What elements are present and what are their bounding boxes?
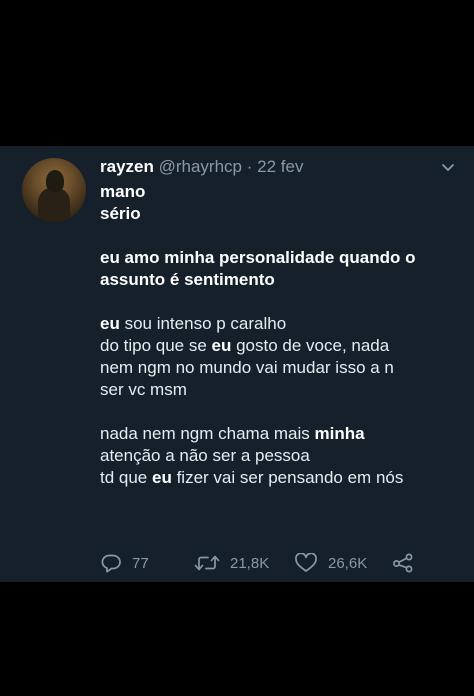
tweet-line: sério — [100, 204, 141, 223]
header-separator: · — [246, 157, 253, 176]
tweet-line: ser vc msm — [100, 380, 187, 399]
tweet-text-bold: minha — [314, 424, 365, 443]
reply-button[interactable]: 77 — [100, 552, 149, 574]
tweet-line: nem ngm no mundo vai mudar isso a n — [100, 358, 394, 377]
tweet-text-regular: gosto de voce, nada — [231, 336, 390, 355]
tweet-text-regular: sou intenso p caralho — [119, 314, 287, 333]
tweet-text-regular: nada nem ngm chama mais — [100, 424, 315, 443]
author-handle[interactable]: @rhayrhcp — [159, 157, 242, 176]
avatar-body-shape — [38, 188, 70, 222]
heart-icon — [295, 553, 317, 572]
chevron-down-icon[interactable] — [440, 160, 456, 176]
tweet-line: mano — [100, 182, 146, 201]
author-name[interactable]: rayzen — [100, 157, 154, 176]
like-button[interactable]: 26,6K — [294, 552, 367, 574]
retweet-arrows-icon — [194, 555, 220, 571]
tweet-text-bold: eu — [211, 336, 232, 355]
like-count: 26,6K — [328, 554, 368, 572]
tweet-line: nada nem ngm chama mais minha — [100, 423, 472, 445]
tweet-line: atenção a não ser a pessoa — [100, 446, 310, 465]
retweet-button[interactable]: 21,8K — [194, 552, 269, 574]
tweet-line: assunto é sentimento — [100, 270, 275, 289]
tweet-line: eu amo minha personalidade quando o — [100, 248, 416, 267]
avatar-head-shape — [46, 170, 64, 192]
tweet-text-bold: eu — [100, 314, 120, 333]
tweet-header: rayzen @rhayrhcp · 22 fev — [100, 156, 303, 178]
tweet-text-bold: eu — [152, 468, 172, 487]
tweet-text-regular: td que — [100, 468, 152, 487]
retweet-count: 21,8K — [230, 554, 270, 572]
screenshot: rayzen @rhayrhcp · 22 fev mano sério eu … — [0, 0, 474, 696]
avatar[interactable] — [22, 158, 86, 222]
tweet-text-regular: do tipo que se — [100, 336, 212, 355]
share-button[interactable] — [392, 552, 414, 574]
tweet-card[interactable]: rayzen @rhayrhcp · 22 fev mano sério eu … — [0, 146, 474, 582]
speech-bubble-icon — [101, 554, 121, 573]
tweet-text-regular: fizer vai ser pensando em nós — [171, 468, 404, 487]
tweet-line: td que eu fizer vai ser pensando em nós — [100, 467, 472, 489]
share-icon — [393, 553, 413, 573]
tweet-date[interactable]: 22 fev — [257, 157, 303, 176]
tweet-line: do tipo que se eu gosto de voce, nada — [100, 335, 472, 357]
tweet-line: eu sou intenso p caralho — [100, 313, 472, 335]
tweet-text: mano sério eu amo minha personalidade qu… — [100, 181, 472, 489]
reply-count: 77 — [132, 554, 149, 572]
